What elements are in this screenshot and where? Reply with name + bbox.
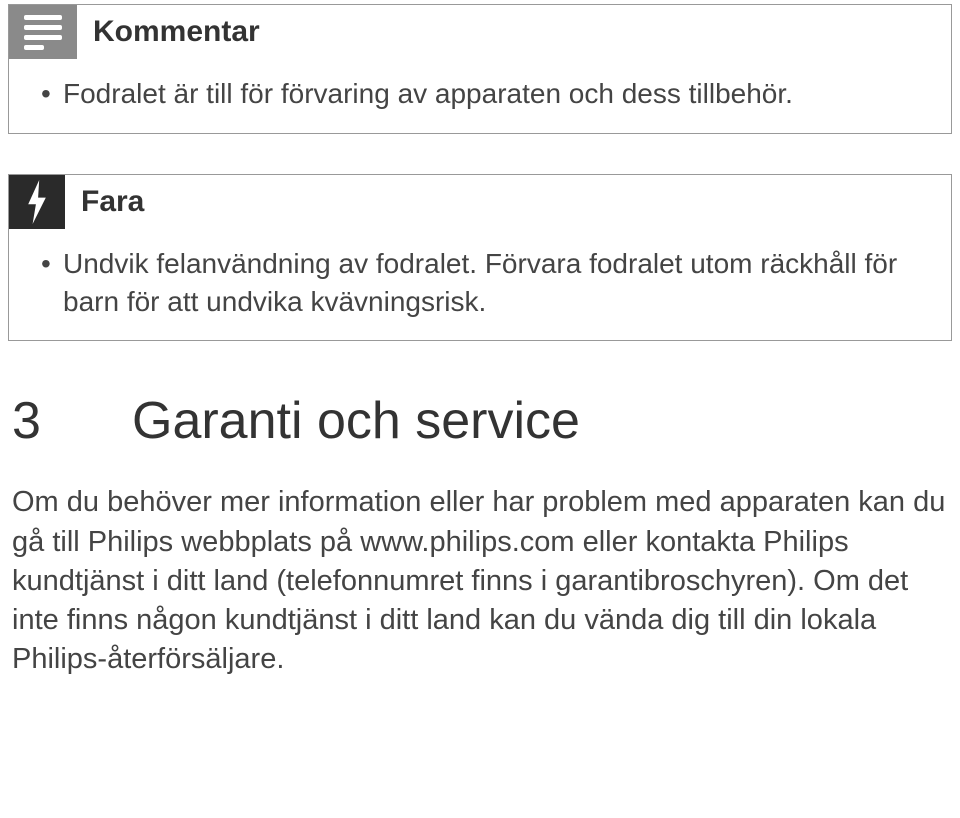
danger-item: Undvik felanvändning av fodralet. Förvar…	[39, 245, 927, 321]
section-number: 3	[12, 391, 132, 451]
section-title: Garanti och service	[132, 391, 580, 451]
danger-box-fara: Fara Undvik felanvändning av fodralet. F…	[8, 174, 952, 342]
danger-header: Fara	[9, 175, 951, 229]
section-garanti: 3 Garanti och service Om du behöver mer …	[12, 391, 948, 679]
note-item: Fodralet är till för förvaring av appara…	[39, 75, 927, 113]
section-heading: 3 Garanti och service	[12, 391, 948, 451]
section-body: Om du behöver mer information eller har …	[12, 483, 948, 679]
lightning-icon-svg	[23, 180, 51, 224]
note-header: Kommentar	[9, 5, 951, 59]
note-box-kommentar: Kommentar Fodralet är till för förvaring…	[8, 4, 952, 134]
note-icon	[9, 5, 77, 59]
danger-body: Undvik felanvändning av fodralet. Förvar…	[9, 229, 951, 341]
note-body: Fodralet är till för förvaring av appara…	[9, 59, 951, 133]
danger-title: Fara	[81, 185, 144, 219]
lightning-icon	[9, 175, 65, 229]
note-title: Kommentar	[93, 15, 260, 49]
